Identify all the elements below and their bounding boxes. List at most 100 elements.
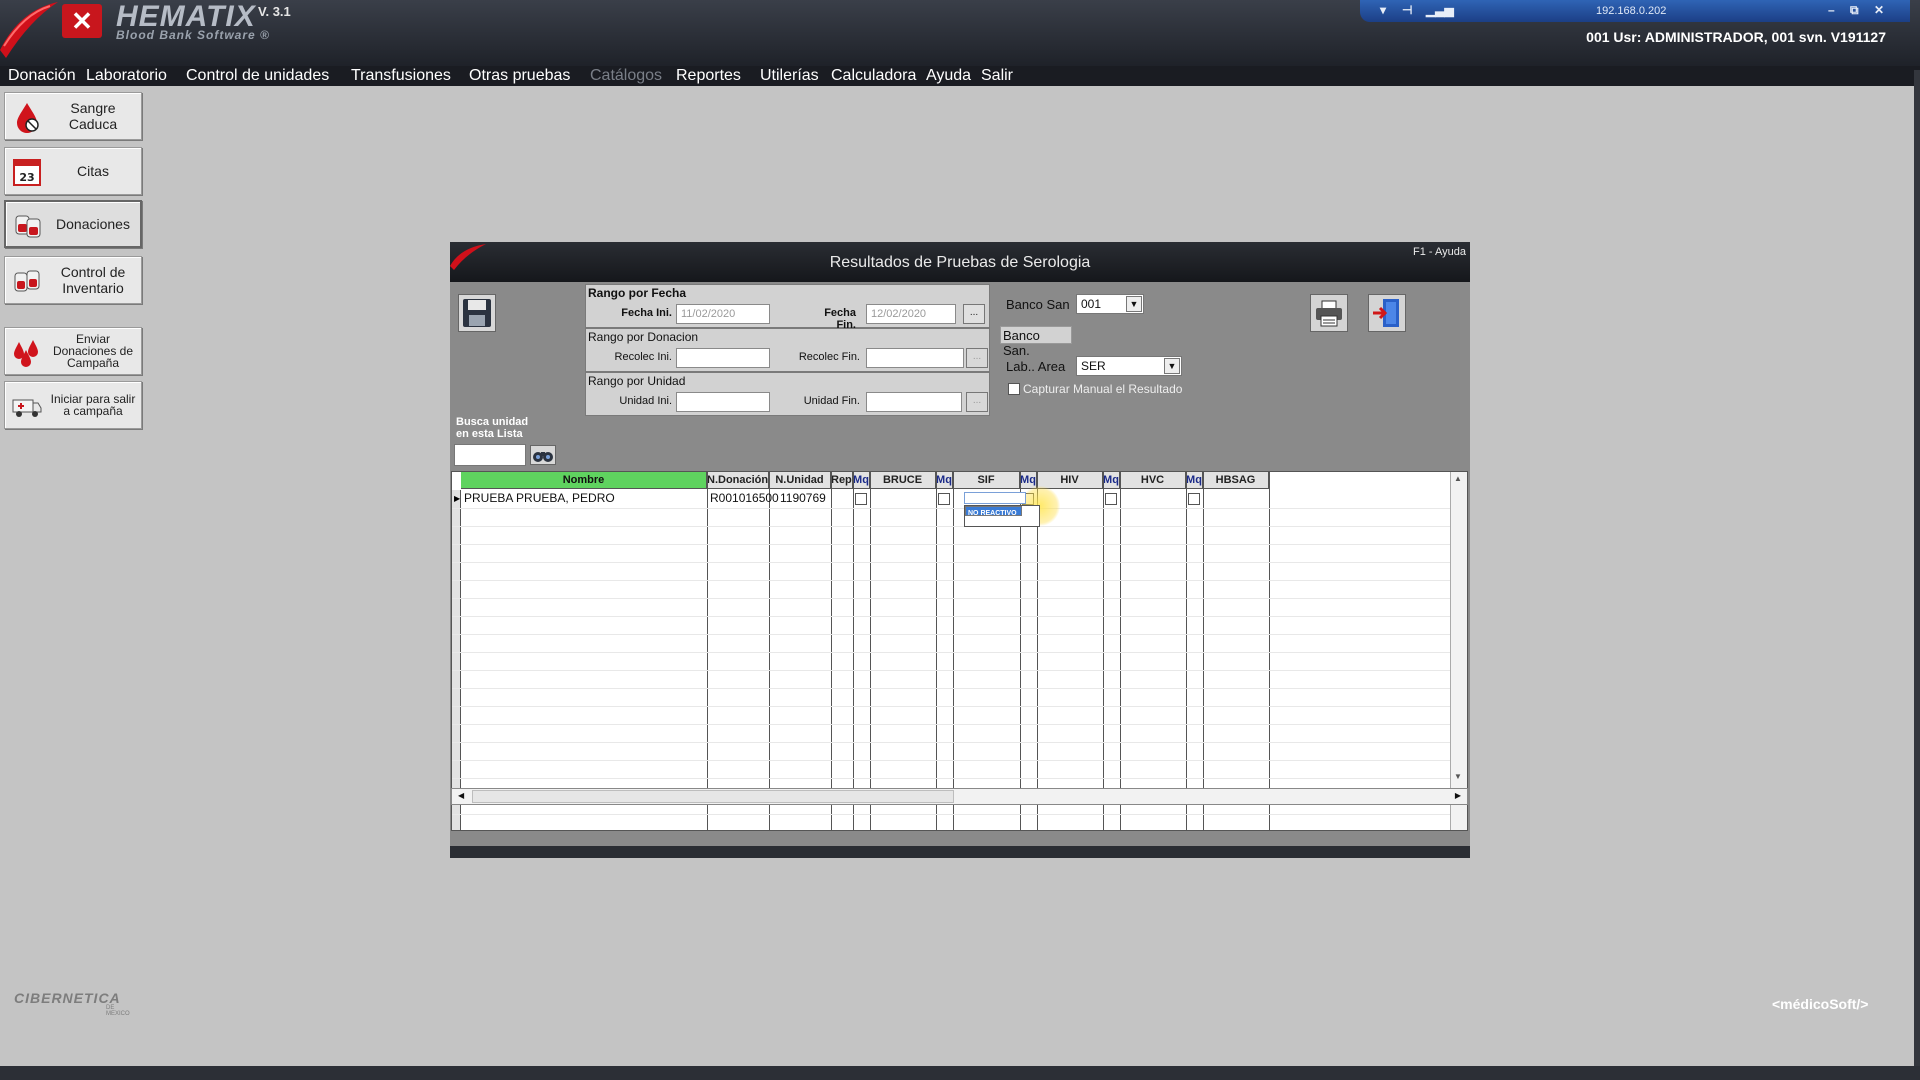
sidebar-label: Sangre Caduca	[68, 100, 118, 132]
results-grid: ▶ Nombre N.Donación N.Unidad Rep. Mq BRU…	[451, 471, 1468, 831]
menu-salir[interactable]: Salir	[981, 67, 1013, 85]
signal-icon: ▁▃▅	[1426, 3, 1454, 17]
binoculars-button[interactable]	[530, 445, 556, 465]
serologia-dialog: Resultados de Pruebas de Serologia F1 - …	[450, 242, 1470, 858]
unidad-fin-label: Unidad Fin.	[803, 395, 860, 407]
dialog-titlebar: Resultados de Pruebas de Serologia F1 - …	[450, 242, 1470, 282]
bruce-result-dropdown[interactable]: NO REACTIVO REACTIVO	[964, 505, 1040, 527]
restore-icon[interactable]: ⧉	[1850, 3, 1859, 18]
col-mq[interactable]: Mq	[1103, 472, 1120, 489]
sidebar-label: Enviar Donaciones de Campaña	[52, 332, 134, 370]
vertical-scrollbar[interactable]: ▲ ▼	[1450, 472, 1467, 830]
col-hvc[interactable]: HVC	[1120, 472, 1186, 489]
row-line	[452, 526, 1451, 527]
cell-nombre[interactable]: PRUEBA PRUEBA, PEDRO	[464, 491, 615, 505]
banco-label: Banco San	[1006, 297, 1070, 312]
busca-unidad-input[interactable]	[454, 444, 526, 466]
menu-control-unidades[interactable]: Control de unidades	[186, 67, 329, 85]
app-subtitle: Blood Bank Software ®	[116, 28, 270, 42]
cell-donacion[interactable]: R001016500	[710, 491, 779, 505]
col-mq[interactable]: Mq	[1186, 472, 1203, 489]
mq-checkbox[interactable]	[1188, 493, 1200, 505]
busca-unidad-text: Busca unidad en esta Lista	[456, 416, 529, 440]
pin-icon[interactable]: ⊣	[1402, 3, 1412, 17]
cell-unidad[interactable]: 1190769	[780, 491, 826, 505]
col-sif[interactable]: SIF	[953, 472, 1020, 489]
col-bruce[interactable]: BRUCE	[870, 472, 936, 489]
recolec-fin-label: Recolec Fin.	[798, 351, 860, 363]
scroll-thumb[interactable]	[472, 790, 954, 803]
row-line	[452, 706, 1451, 707]
capturar-manual-checkbox[interactable]: Capturar Manual el Resultado	[1008, 382, 1182, 396]
col-nombre[interactable]: Nombre	[461, 472, 707, 489]
scroll-right-icon[interactable]: ▶	[1455, 791, 1461, 800]
menu-laboratorio[interactable]: Laboratorio	[86, 67, 167, 85]
cibernetica-sub: DE MEXICO	[106, 1005, 130, 1017]
sidebar-control-inventario-button[interactable]: Control de Inventario	[4, 256, 142, 304]
scroll-down-icon[interactable]: ▼	[1454, 772, 1462, 781]
chevron-down-icon[interactable]: ▼	[1164, 358, 1180, 374]
col-unidad[interactable]: N.Unidad	[769, 472, 831, 489]
horizontal-scrollbar[interactable]: ◀ ▶	[451, 788, 1468, 805]
scroll-up-icon[interactable]: ▲	[1454, 474, 1462, 483]
sidebar-label: Citas	[77, 163, 109, 179]
fecha-picker-button[interactable]: ...	[963, 304, 985, 324]
status-bar	[0, 1066, 1920, 1080]
fecha-ini-label: Fecha Ini.	[621, 307, 672, 319]
col-hbsag[interactable]: HBSAG	[1203, 472, 1269, 489]
medicosoft-logo: <médicoSoft/>	[1772, 996, 1868, 1012]
menu-ayuda[interactable]: Ayuda	[926, 67, 971, 85]
chevron-down-icon[interactable]: ▼	[1126, 296, 1142, 312]
unidad-ini-label: Unidad Ini.	[619, 395, 672, 407]
scroll-left-icon[interactable]: ◀	[458, 791, 464, 800]
unidad-picker-button[interactable]: ...	[966, 392, 988, 412]
recolec-ini-input[interactable]	[676, 348, 770, 368]
checkbox-box[interactable]	[1008, 383, 1020, 395]
col-mq[interactable]: Mq	[853, 472, 870, 489]
menu-calculadora[interactable]: Calculadora	[831, 67, 916, 85]
row-line	[452, 670, 1451, 671]
mq-checkbox[interactable]	[855, 493, 867, 505]
col-rep[interactable]: Rep.	[831, 472, 853, 489]
busca-unidad-label: Busca unidad en esta Lista	[456, 416, 540, 440]
row-line	[452, 598, 1451, 599]
lab-area-label: Lab.. Area	[1006, 359, 1066, 374]
medicosoft-text: <médicoSoft/>	[1772, 996, 1869, 1012]
dropdown-option-no-reactivo[interactable]: NO REACTIVO	[965, 506, 1022, 517]
menu-otras-pruebas[interactable]: Otras pruebas	[469, 67, 570, 85]
sidebar-citas-button[interactable]: 23 Citas	[4, 147, 142, 195]
unidad-ini-input[interactable]	[676, 392, 770, 412]
donacion-picker-button[interactable]: ...	[966, 348, 988, 368]
sidebar-enviar-donaciones-button[interactable]: Enviar Donaciones de Campaña	[4, 327, 142, 375]
mq-checkbox[interactable]	[938, 493, 950, 505]
col-mq[interactable]: Mq	[936, 472, 953, 489]
unidad-fin-input[interactable]	[866, 392, 962, 412]
print-button[interactable]	[1310, 294, 1348, 332]
close-icon[interactable]: ✕	[1874, 3, 1884, 17]
mq-checkbox[interactable]	[1105, 493, 1117, 505]
row-line	[452, 508, 1451, 509]
sidebar-donaciones-button[interactable]: Donaciones	[4, 200, 142, 248]
menu-utilerias[interactable]: Utilerías	[760, 67, 819, 85]
menu-reportes[interactable]: Reportes	[676, 67, 741, 85]
banco-select[interactable]: 001 ▼	[1076, 294, 1144, 314]
fecha-fin-input[interactable]: 12/02/2020	[866, 304, 956, 324]
lab-area-select[interactable]: SER ▼	[1076, 356, 1182, 376]
recolec-fin-input[interactable]	[866, 348, 964, 368]
current-row-pointer-icon: ▶	[454, 494, 461, 503]
minimize-icon[interactable]: –	[1828, 3, 1835, 17]
sidebar-iniciar-campana-button[interactable]: Iniciar para salir a campaña	[4, 381, 142, 429]
fecha-ini-input[interactable]: 11/02/2020	[676, 304, 770, 324]
rango-donacion-group: Rango por Donacion Recolec Ini. Recolec …	[585, 328, 990, 372]
menu-transfusiones[interactable]: Transfusiones	[351, 67, 451, 85]
chevron-down-icon[interactable]: ▾	[1380, 3, 1386, 17]
save-button[interactable]	[458, 294, 496, 332]
col-donacion[interactable]: N.Donación	[707, 472, 769, 489]
sidebar-sangre-caduca-button[interactable]: Sangre Caduca	[4, 92, 142, 140]
rango-unidad-group: Rango por Unidad Unidad Ini. Unidad Fin.…	[585, 372, 990, 416]
menu-donacion[interactable]: Donación	[8, 67, 76, 85]
row-line	[452, 778, 1451, 779]
bruce-result-edit[interactable]	[964, 492, 1026, 504]
banco-san-button[interactable]: Banco San.	[1000, 326, 1072, 358]
exit-button[interactable]	[1368, 294, 1406, 332]
